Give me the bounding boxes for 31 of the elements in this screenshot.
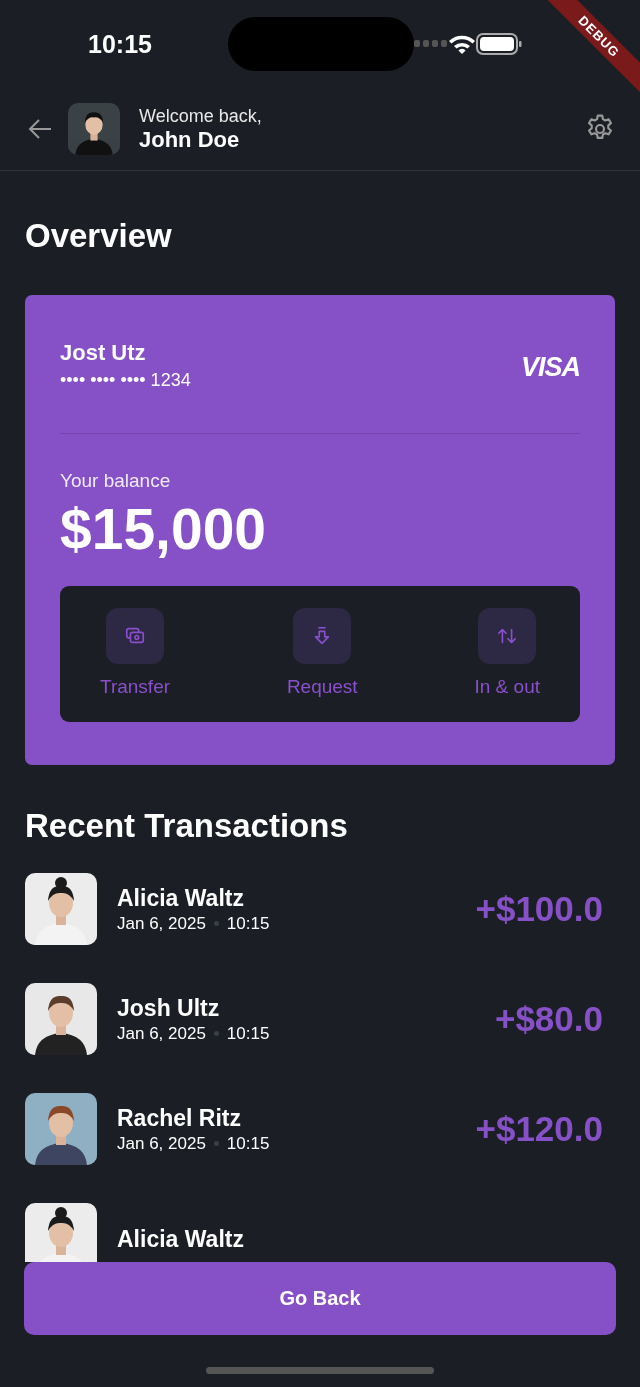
transaction-amount: +$80.0 (494, 999, 603, 1039)
balance-label: Your balance (60, 470, 172, 492)
balance-amount: $15,000 (60, 496, 268, 562)
go-back-button[interactable]: Go Back (24, 1262, 616, 1335)
transaction-date: Jan 6, 2025 (117, 913, 206, 934)
transaction-name: Alicia Waltz (117, 884, 245, 912)
user-name: John Doe (139, 126, 241, 153)
transaction-name: Alicia Waltz (117, 1225, 245, 1253)
transaction-amount: +$120.0 (475, 1109, 603, 1149)
separator-dot (213, 1031, 219, 1036)
transaction-time: 10:15 (226, 913, 270, 934)
transactions-title: Recent Transactions (25, 807, 349, 845)
separator-dot (213, 921, 219, 926)
separator-dot (213, 1141, 219, 1146)
transaction-date: Jan 6, 2025 (117, 1133, 206, 1154)
transaction-amount: +$100.0 (475, 889, 603, 929)
card-number: •••• •••• •••• 1234 (60, 370, 191, 391)
transaction-name: Rachel Ritz (117, 1104, 242, 1132)
battery-icon (476, 33, 522, 55)
status-time: 10:15 (88, 29, 153, 59)
wifi-icon (448, 34, 476, 54)
overview-title: Overview (25, 217, 173, 255)
transaction-time: 10:15 (226, 1023, 270, 1044)
transaction-date: Jan 6, 2025 (117, 1023, 206, 1044)
back-arrow-icon[interactable] (28, 119, 52, 139)
welcome-text: Welcome back, (139, 105, 263, 127)
card-holder: Jost Utz (60, 340, 147, 366)
transaction-time: 10:15 (226, 1133, 270, 1154)
card-brand: VISA (520, 352, 580, 383)
transaction-name: Josh Ultz (117, 994, 221, 1022)
signal-icon (414, 40, 448, 48)
